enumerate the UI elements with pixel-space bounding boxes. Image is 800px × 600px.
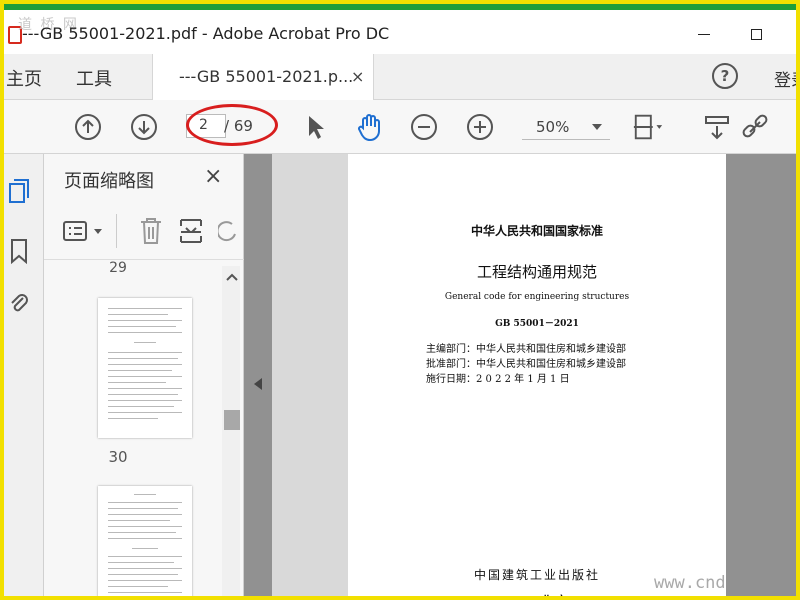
help-icon[interactable]: ? [712,63,738,89]
thumbnail-scrollbar[interactable] [222,266,240,596]
zoom-out-icon[interactable] [408,111,440,143]
app-window: 道 桥 网 ---GB 55001-2021.pdf - Adobe Acrob… [0,0,800,600]
options-menu-icon[interactable] [62,220,108,242]
next-page-icon[interactable] [128,111,160,143]
title-bar: 道 桥 网 ---GB 55001-2021.pdf - Adobe Acrob… [4,10,796,54]
thumbnail-page-30[interactable] [98,486,192,596]
fit-page-icon[interactable] [632,111,664,143]
page-thumbnails-icon[interactable] [8,178,30,204]
publish-year-place: 2021 北 京 [348,592,726,596]
document-viewer: 中华人民共和国国家标准 工程结构通用规范 General code for en… [244,154,796,596]
maximize-icon [750,28,762,40]
tab-close-icon[interactable]: × [351,67,364,86]
attachment-icon[interactable] [8,292,30,318]
thumbnail-list: 29 30 [44,260,220,596]
close-icon[interactable]: × [204,164,222,189]
document-tab-label: ---GB 55001-2021.p... [179,67,354,86]
collapse-panel-icon[interactable] [254,378,262,390]
thumbnail-page-label: 29 [109,260,127,276]
page-thumbnails-panel: 页面缩略图 × 29 30 [44,154,244,596]
zoom-in-icon[interactable] [464,111,496,143]
bookmark-icon[interactable] [8,238,30,265]
watermark-bottom: www.cnd [654,573,726,593]
document-tab[interactable]: ---GB 55001-2021.p... × [152,54,374,100]
document-gutter [272,154,348,596]
panel-title: 页面缩略图 [64,171,154,192]
minimize-button[interactable] [684,22,724,46]
main-title: 工程结构通用规范 [476,263,597,281]
effective-date: 施行日期：2 0 2 2 年 1 月 1 日 [426,374,570,385]
trash-icon[interactable] [138,216,164,246]
chevron-down-icon[interactable] [592,124,602,130]
window-title: ---GB 55001-2021.pdf - Adobe Acrobat Pro… [22,24,390,43]
thumbnail-page-29[interactable] [98,298,192,438]
panel-toolbar [44,204,244,260]
page-tools-icon[interactable] [702,111,734,143]
standard-code: GB 55001－2021 [495,319,579,329]
editor-department: 主编部门：中华人民共和国住房和城乡建设部 [426,344,626,355]
menu-home[interactable]: 主页 [6,65,42,91]
login-link[interactable]: 登录 [774,66,796,91]
english-title: General code for engineering structures [444,292,630,302]
maximize-button[interactable] [736,22,776,46]
link-icon[interactable] [740,111,772,143]
prev-page-icon[interactable] [72,111,104,143]
chevron-up-icon[interactable] [226,270,238,284]
minimize-icon [698,33,710,35]
extract-page-icon[interactable] [178,216,204,246]
hand-tool-icon[interactable] [354,111,386,143]
menu-bar: 主页 工具 ---GB 55001-2021.p... × ? 登录 [4,54,796,100]
toolbar-divider [116,214,117,248]
thumbnail-page-label: 30 [108,448,128,466]
standard-title: 中华人民共和国国家标准 [470,224,603,238]
toolbar: 2 / 69 50% [4,100,796,154]
select-cursor-icon[interactable] [300,111,332,143]
menu-tools[interactable]: 工具 [76,65,112,91]
approval-department: 批准部门：中华人民共和国住房和城乡建设部 [426,359,626,370]
document-page: 中华人民共和国国家标准 工程结构通用规范 General code for en… [348,154,726,596]
rotate-icon[interactable] [218,218,238,244]
scrollbar-thumb[interactable] [224,410,240,430]
left-rail [4,154,44,596]
annotation-ellipse [186,104,278,146]
